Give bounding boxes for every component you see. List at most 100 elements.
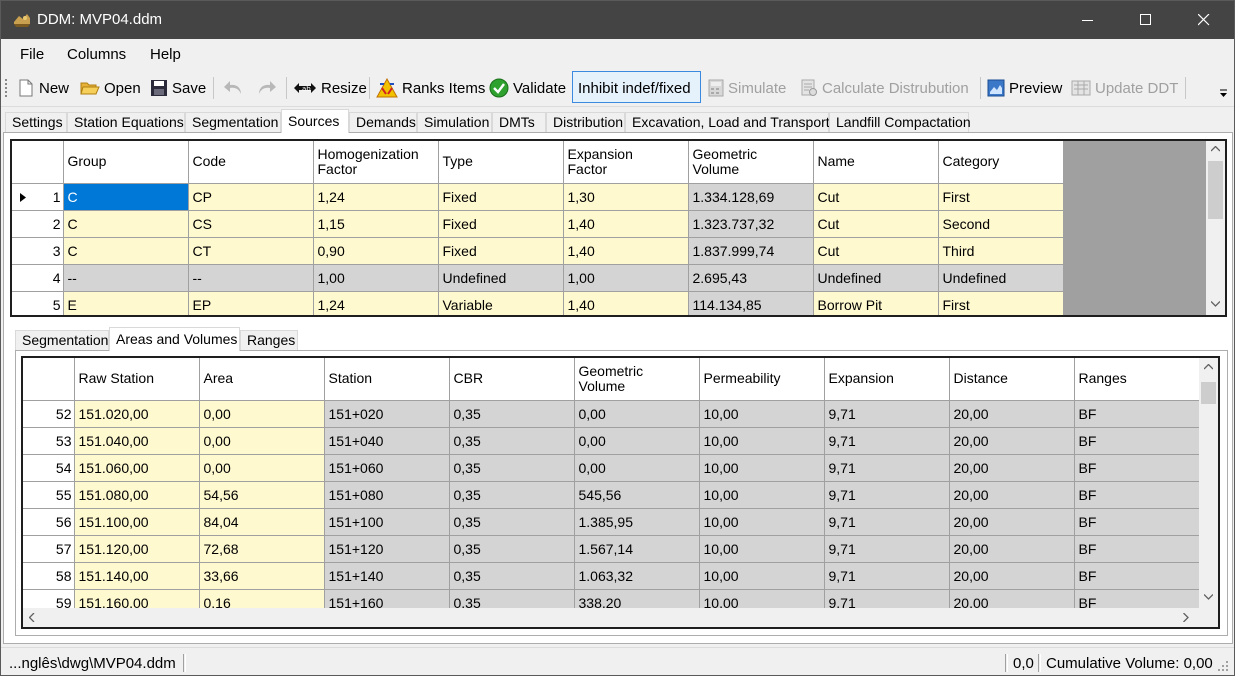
- cell[interactable]: 0,35: [449, 427, 575, 455]
- row-header[interactable]: 4: [12, 264, 64, 292]
- scroll-left-icon[interactable]: [29, 613, 35, 622]
- close-button[interactable]: [1181, 1, 1227, 39]
- col-header[interactable]: Expansion Factor: [563, 141, 689, 184]
- cell[interactable]: 151+060: [324, 454, 450, 482]
- cell[interactable]: --: [63, 264, 189, 292]
- ranks-items-button[interactable]: Ranks Items: [376, 77, 485, 99]
- cell[interactable]: 20,00: [949, 481, 1075, 509]
- cell[interactable]: 1.334.128,69: [688, 183, 814, 211]
- cell[interactable]: Undefined: [813, 264, 939, 292]
- cell[interactable]: --: [188, 264, 314, 292]
- corner-cell[interactable]: [12, 141, 64, 184]
- cell[interactable]: 151+140: [324, 562, 450, 590]
- cell[interactable]: CP: [188, 183, 314, 211]
- update-ddt-button[interactable]: Update DDT: [1071, 77, 1178, 99]
- cell[interactable]: 0,00: [199, 454, 325, 482]
- toolbar-overflow-icon[interactable]: [1220, 89, 1228, 99]
- col-header[interactable]: Geometric Volume: [688, 141, 814, 184]
- tab-landfill[interactable]: Landfill Compactation: [829, 112, 971, 132]
- row-header[interactable]: 58: [23, 562, 75, 590]
- corner-cell[interactable]: [23, 358, 75, 401]
- cell[interactable]: BF: [1074, 427, 1200, 455]
- scroll-up-icon[interactable]: [1211, 146, 1220, 152]
- cell[interactable]: 151.080,00: [74, 481, 200, 509]
- cell[interactable]: 10,00: [699, 400, 825, 428]
- cell[interactable]: First: [938, 183, 1064, 211]
- cell[interactable]: 0,00: [199, 427, 325, 455]
- redo-button[interactable]: [255, 77, 277, 99]
- cell[interactable]: 0,00: [574, 454, 700, 482]
- cell[interactable]: C: [63, 210, 189, 238]
- cell[interactable]: EP: [188, 291, 314, 315]
- row-header[interactable]: 57: [23, 535, 75, 563]
- cell[interactable]: 0,00: [199, 400, 325, 428]
- table-row[interactable]: 1 C CP 1,24 Fixed 1,30 1.334.128,69 Cut …: [12, 183, 1064, 211]
- tab-simulation[interactable]: Simulation: [417, 112, 492, 132]
- cell[interactable]: Fixed: [438, 237, 564, 265]
- tab-station-equations[interactable]: Station Equations: [67, 112, 185, 132]
- cell[interactable]: 151+080: [324, 481, 450, 509]
- cell[interactable]: 1,30: [563, 183, 689, 211]
- cell[interactable]: 1.063,32: [574, 562, 700, 590]
- cell[interactable]: 9,71: [824, 481, 950, 509]
- minimize-button[interactable]: [1065, 1, 1111, 39]
- table-row[interactable]: 55 151.080,00 54,56 151+080 0,35 545,56 …: [23, 481, 1200, 509]
- title-bar[interactable]: DDM: MVP04.ddm: [1, 1, 1234, 39]
- new-button[interactable]: New: [17, 77, 69, 99]
- cell[interactable]: 1,40: [563, 291, 689, 315]
- cell[interactable]: 1.385,95: [574, 508, 700, 536]
- cell[interactable]: 9,71: [824, 535, 950, 563]
- inhibit-button[interactable]: Inhibit indef/fixed: [578, 77, 691, 99]
- row-header[interactable]: 53: [23, 427, 75, 455]
- cell[interactable]: Fixed: [438, 183, 564, 211]
- cell[interactable]: 9,71: [824, 454, 950, 482]
- col-header[interactable]: Code: [188, 141, 314, 184]
- cell[interactable]: CS: [188, 210, 314, 238]
- col-header[interactable]: Geometric Volume: [574, 358, 700, 401]
- row-header[interactable]: 55: [23, 481, 75, 509]
- areas-hscroll[interactable]: [23, 608, 1199, 627]
- cell[interactable]: 9,71: [824, 508, 950, 536]
- cell[interactable]: 9,71: [824, 562, 950, 590]
- cell[interactable]: E: [63, 291, 189, 315]
- cell[interactable]: 9,71: [824, 400, 950, 428]
- row-header[interactable]: 56: [23, 508, 75, 536]
- table-row[interactable]: 53 151.040,00 0,00 151+040 0,35 0,00 10,…: [23, 427, 1200, 455]
- table-row[interactable]: 56 151.100,00 84,04 151+100 0,35 1.385,9…: [23, 508, 1200, 536]
- col-header[interactable]: Expansion: [824, 358, 950, 401]
- cell[interactable]: 10,00: [699, 535, 825, 563]
- cell[interactable]: 0,00: [574, 427, 700, 455]
- areas-vscroll[interactable]: [1199, 358, 1218, 608]
- cell[interactable]: Fixed: [438, 210, 564, 238]
- table-row[interactable]: 54 151.060,00 0,00 151+060 0,35 0,00 10,…: [23, 454, 1200, 482]
- maximize-button[interactable]: [1123, 1, 1169, 39]
- cell[interactable]: 20,00: [949, 400, 1075, 428]
- cell[interactable]: Undefined: [938, 264, 1064, 292]
- table-row[interactable]: 52 151.020,00 0,00 151+020 0,35 0,00 10,…: [23, 400, 1200, 428]
- cell[interactable]: 151.140,00: [74, 562, 200, 590]
- col-header[interactable]: Ranges: [1074, 358, 1200, 401]
- resize-button[interactable]: ab Resize: [293, 77, 367, 99]
- cell[interactable]: 0,00: [574, 400, 700, 428]
- cell[interactable]: Undefined: [438, 264, 564, 292]
- scroll-down-icon[interactable]: [1211, 301, 1220, 307]
- cell[interactable]: 151.040,00: [74, 427, 200, 455]
- cell[interactable]: 151.020,00: [74, 400, 200, 428]
- scroll-down-icon[interactable]: [1204, 594, 1213, 600]
- cell[interactable]: Variable: [438, 291, 564, 315]
- row-header[interactable]: 5: [12, 291, 64, 315]
- cell[interactable]: 151+020: [324, 400, 450, 428]
- cell[interactable]: Second: [938, 210, 1064, 238]
- cell[interactable]: 545,56: [574, 481, 700, 509]
- cell[interactable]: 20,00: [949, 535, 1075, 563]
- cell[interactable]: 10,00: [699, 562, 825, 590]
- cell[interactable]: 151+120: [324, 535, 450, 563]
- cell[interactable]: 10,00: [699, 454, 825, 482]
- cell[interactable]: 1,40: [563, 237, 689, 265]
- menu-help[interactable]: Help: [150, 46, 181, 63]
- cell[interactable]: Borrow Pit: [813, 291, 939, 315]
- cell[interactable]: 0,35: [449, 454, 575, 482]
- cell[interactable]: 151.120,00: [74, 535, 200, 563]
- cell[interactable]: 1,24: [313, 183, 439, 211]
- cell[interactable]: 151.100,00: [74, 508, 200, 536]
